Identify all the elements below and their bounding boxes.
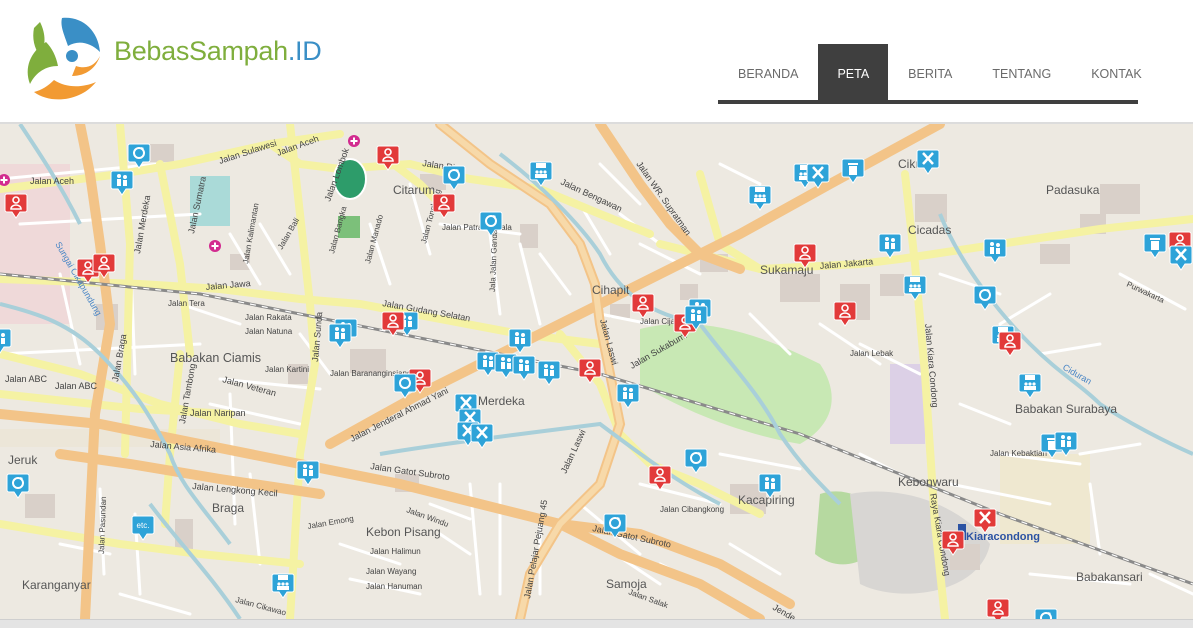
place-cicadas: Cicadas [908, 223, 951, 237]
svg-text:Jalan Hanuman: Jalan Hanuman [366, 582, 422, 591]
svg-text:Jalan Halimun: Jalan Halimun [370, 547, 421, 556]
place-samoja: Samoja [606, 577, 647, 591]
nav-berita[interactable]: BERITA [888, 44, 972, 100]
svg-text:Jalan ABC: Jalan ABC [5, 374, 48, 384]
nav-beranda[interactable]: BERANDA [718, 44, 818, 100]
svg-text:Jalan ABC: Jalan ABC [55, 381, 98, 391]
place-cihapit: Cihapit [592, 283, 630, 297]
map-view[interactable]: Citarum Cihapit Sukamaju Cikutra Cicadas… [0, 124, 1193, 619]
marker-etc-label: etc. [137, 521, 150, 530]
svg-text:Jalan Tera: Jalan Tera [168, 299, 205, 308]
place-babakan-surabaya: Babakan Surabaya [1015, 402, 1117, 416]
svg-text:Jalan Lebak: Jalan Lebak [850, 349, 894, 358]
svg-text:Jalan Natuna: Jalan Natuna [245, 327, 293, 336]
place-braga: Braga [212, 501, 244, 515]
marker-recycle-icon[interactable] [1034, 608, 1058, 619]
place-citarum: Citarum [393, 183, 435, 197]
brand-name-main: BebasSampah [114, 36, 288, 66]
hospital-icon[interactable] [208, 239, 222, 253]
hospital-icon[interactable] [347, 134, 361, 148]
svg-text:Jalan Wayang: Jalan Wayang [366, 567, 416, 576]
svg-text:Jalan Kartini: Jalan Kartini [265, 365, 309, 374]
map-canvas[interactable]: Citarum Cihapit Sukamaju Cikutra Cicadas… [0, 124, 1193, 619]
place-merdeka: Merdeka [478, 394, 525, 408]
place-padasuka: Padasuka [1046, 183, 1100, 197]
place-karanganyar: Karanganyar [22, 578, 91, 592]
marker-red-person-icon[interactable] [986, 598, 1010, 619]
place-kacapiring: Kacapiring [738, 493, 795, 507]
svg-text:Jalan Rakata: Jalan Rakata [245, 313, 292, 322]
brand-name[interactable]: BebasSampah.ID [114, 36, 322, 67]
nav-tentang[interactable]: TENTANG [972, 44, 1071, 100]
brand-name-suffix: .ID [287, 36, 322, 66]
place-kebonwaru: Kebonwaru [898, 475, 959, 489]
place-kebon-pisang: Kebon Pisang [366, 525, 441, 539]
main-nav: BERANDA PETA BERITA TENTANG KONTAK [718, 44, 1142, 104]
svg-text:Jalan Aceh: Jalan Aceh [30, 176, 74, 186]
place-jeruk: Jeruk [8, 453, 38, 467]
svg-text:Jalan Kebaktian: Jalan Kebaktian [990, 449, 1047, 458]
bebassampah-logo-icon[interactable] [16, 12, 106, 104]
svg-text:Jalan Naripan: Jalan Naripan [190, 408, 246, 418]
nav-peta[interactable]: PETA [818, 44, 889, 100]
place-kiaracondong-station: Kiaracondong [966, 531, 1040, 543]
place-babakan-ciamis: Babakan Ciamis [170, 351, 261, 365]
nav-kontak[interactable]: KONTAK [1071, 44, 1161, 100]
place-babakansari: Babakansari [1076, 570, 1143, 584]
site-header: BebasSampah.ID BERANDA PETA BERITA TENTA… [0, 0, 1193, 124]
svg-text:Jalan Cibangkong: Jalan Cibangkong [660, 505, 724, 514]
